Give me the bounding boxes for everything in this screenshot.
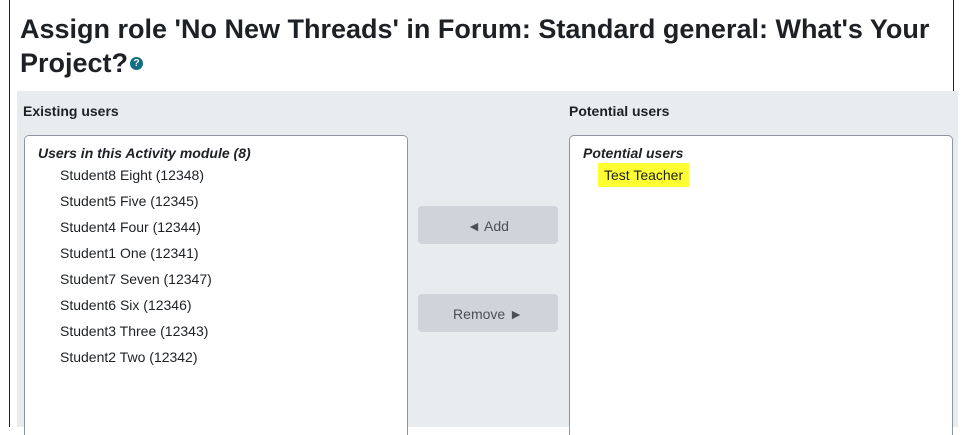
user-option-label: Test Teacher <box>598 163 690 187</box>
user-option[interactable]: Student5 Five (12345) <box>25 188 407 214</box>
existing-users-heading: Existing users <box>23 103 119 119</box>
user-option[interactable]: Student4 Four (12344) <box>25 214 407 240</box>
potential-users-group-label: Potential users <box>583 145 684 161</box>
existing-users-select[interactable]: Users in this Activity module (8) Studen… <box>24 135 408 435</box>
remove-button[interactable]: Remove ► <box>418 294 558 332</box>
left-border <box>9 0 10 427</box>
potential-users-heading: Potential users <box>569 103 670 119</box>
page-title-text: Assign role 'No New Threads' in Forum: S… <box>20 14 930 78</box>
user-option[interactable]: Student7 Seven (12347) <box>25 266 407 292</box>
user-option[interactable]: Test Teacher <box>570 162 952 188</box>
existing-users-group-label: Users in this Activity module (8) <box>38 145 251 161</box>
help-icon[interactable]: ? <box>130 57 144 71</box>
add-button[interactable]: ◄ Add <box>418 206 558 244</box>
potential-users-select[interactable]: Potential users Test Teacher <box>569 135 953 435</box>
user-option[interactable]: Student6 Six (12346) <box>25 292 407 318</box>
user-option[interactable]: Student1 One (12341) <box>25 240 407 266</box>
user-option[interactable]: Student2 Two (12342) <box>25 344 407 370</box>
role-assign-panel: Existing users Users in this Activity mo… <box>17 91 958 435</box>
user-option[interactable]: Student3 Three (12343) <box>25 318 407 344</box>
page-title: Assign role 'No New Threads' in Forum: S… <box>20 12 950 80</box>
user-option[interactable]: Student8 Eight (12348) <box>25 162 407 188</box>
